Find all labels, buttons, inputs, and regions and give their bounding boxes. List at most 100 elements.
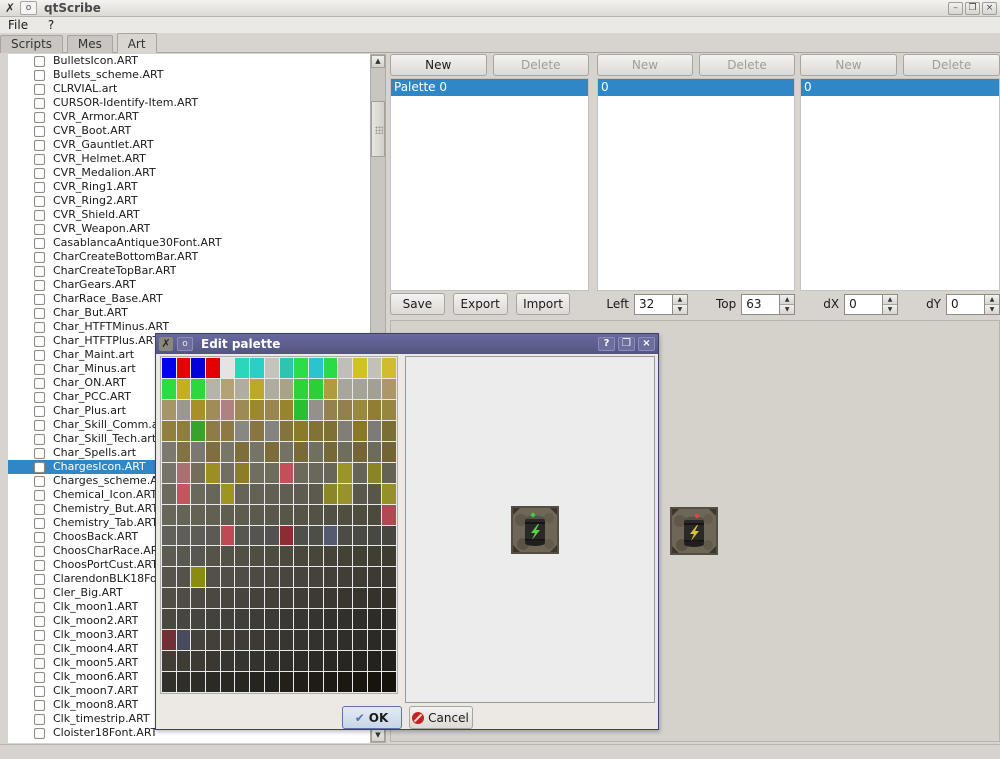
palette-color-cell[interactable] <box>250 567 264 587</box>
palette-color-cell[interactable] <box>191 567 205 587</box>
palette-color-cell[interactable] <box>353 379 367 399</box>
palette-color-cell[interactable] <box>206 567 220 587</box>
checkbox-icon[interactable] <box>34 560 45 571</box>
palette-color-cell[interactable] <box>221 421 235 441</box>
palette-color-cell[interactable] <box>338 400 352 420</box>
palette-color-cell[interactable] <box>368 630 382 650</box>
palette-color-cell[interactable] <box>177 588 191 608</box>
palette-color-cell[interactable] <box>265 609 279 629</box>
palette-color-cell[interactable] <box>294 484 308 504</box>
checkbox-icon[interactable] <box>34 616 45 627</box>
palette-color-cell[interactable] <box>368 651 382 671</box>
palette-color-cell[interactable] <box>235 463 249 483</box>
palette-color-cell[interactable] <box>206 672 220 692</box>
palette-color-cell[interactable] <box>265 421 279 441</box>
palette-color-cell[interactable] <box>353 484 367 504</box>
palette-color-cell[interactable] <box>162 651 176 671</box>
checkbox-icon[interactable] <box>34 210 45 221</box>
checkbox-icon[interactable] <box>34 140 45 151</box>
palette-color-cell[interactable] <box>177 526 191 546</box>
palette-color-cell[interactable] <box>206 421 220 441</box>
palette-color-cell[interactable] <box>235 421 249 441</box>
checkbox-icon[interactable] <box>34 700 45 711</box>
checkbox-icon[interactable] <box>34 322 45 333</box>
palette-color-cell[interactable] <box>265 505 279 525</box>
palette-color-cell[interactable] <box>309 484 323 504</box>
frame-list[interactable]: 0 <box>800 78 1000 291</box>
palette-color-cell[interactable] <box>368 505 382 525</box>
palette-color-cell[interactable] <box>221 358 235 378</box>
file-list-item[interactable]: BulletsIcon.ART <box>8 54 370 68</box>
palette-color-cell[interactable] <box>280 651 294 671</box>
checkbox-icon[interactable] <box>34 476 45 487</box>
palette-color-cell[interactable] <box>368 484 382 504</box>
palette-color-cell[interactable] <box>382 442 396 462</box>
palette-color-cell[interactable] <box>294 672 308 692</box>
palette-color-cell[interactable] <box>162 526 176 546</box>
palette-color-cell[interactable] <box>338 484 352 504</box>
palette-color-cell[interactable] <box>294 505 308 525</box>
palette-color-cell[interactable] <box>191 546 205 566</box>
palette-color-cell[interactable] <box>191 358 205 378</box>
checkbox-icon[interactable] <box>34 364 45 375</box>
palette-color-cell[interactable] <box>368 672 382 692</box>
palette-color-cell[interactable] <box>353 588 367 608</box>
palette-color-cell[interactable] <box>353 463 367 483</box>
palette-color-cell[interactable] <box>280 567 294 587</box>
file-list-item[interactable]: CVR_Weapon.ART <box>8 222 370 236</box>
frame-delete-button[interactable]: Delete <box>903 54 1000 76</box>
palette-color-cell[interactable] <box>221 463 235 483</box>
palette-color-cell[interactable] <box>382 463 396 483</box>
tab-art[interactable]: Art <box>117 33 157 53</box>
palette-color-cell[interactable] <box>353 421 367 441</box>
file-list-item[interactable]: CVR_Boot.ART <box>8 124 370 138</box>
palette-color-cell[interactable] <box>206 358 220 378</box>
palette-color-cell[interactable] <box>353 400 367 420</box>
palette-color-cell[interactable] <box>191 421 205 441</box>
palette-color-cell[interactable] <box>177 651 191 671</box>
palette-color-cell[interactable] <box>294 609 308 629</box>
palette-color-cell[interactable] <box>368 463 382 483</box>
checkbox-icon[interactable] <box>34 728 45 739</box>
palette-color-cell[interactable] <box>382 421 396 441</box>
checkbox-icon[interactable] <box>34 308 45 319</box>
palette-color-cell[interactable] <box>382 526 396 546</box>
palette-color-cell[interactable] <box>162 484 176 504</box>
file-list-item[interactable]: CVR_Shield.ART <box>8 208 370 222</box>
palette-color-cell[interactable] <box>265 567 279 587</box>
palette-color-cell[interactable] <box>177 672 191 692</box>
checkbox-icon[interactable] <box>34 70 45 81</box>
palette-color-cell[interactable] <box>265 651 279 671</box>
spin-up-icon[interactable]: ▲ <box>673 295 687 304</box>
checkbox-icon[interactable] <box>34 546 45 557</box>
palette-color-cell[interactable] <box>250 379 264 399</box>
palette-color-cell[interactable] <box>309 672 323 692</box>
palette-list[interactable]: Palette 0 <box>390 78 589 291</box>
palette-color-cell[interactable] <box>309 421 323 441</box>
palette-color-cell[interactable] <box>280 379 294 399</box>
palette-color-cell[interactable] <box>324 358 338 378</box>
checkbox-icon[interactable] <box>34 224 45 235</box>
app-menu-icon[interactable]: o <box>20 1 37 15</box>
palette-color-cell[interactable] <box>382 505 396 525</box>
palette-color-cell[interactable] <box>162 672 176 692</box>
checkbox-icon[interactable] <box>34 154 45 165</box>
palette-color-cell[interactable] <box>206 505 220 525</box>
checkbox-icon[interactable] <box>34 168 45 179</box>
palette-color-cell[interactable] <box>294 463 308 483</box>
palette-color-cell[interactable] <box>250 672 264 692</box>
palette-color-cell[interactable] <box>250 588 264 608</box>
spin-down-icon[interactable]: ▼ <box>883 304 897 314</box>
dialog-maximize-button[interactable]: ❒ <box>618 337 635 351</box>
palette-color-cell[interactable] <box>191 484 205 504</box>
palette-color-cell[interactable] <box>280 526 294 546</box>
palette-color-cell[interactable] <box>280 630 294 650</box>
palette-color-cell[interactable] <box>206 630 220 650</box>
palette-color-cell[interactable] <box>235 526 249 546</box>
checkbox-icon[interactable] <box>34 532 45 543</box>
checkbox-icon[interactable] <box>34 112 45 123</box>
palette-color-cell[interactable] <box>221 588 235 608</box>
checkbox-icon[interactable] <box>34 392 45 403</box>
palette-color-cell[interactable] <box>324 588 338 608</box>
palette-color-cell[interactable] <box>294 526 308 546</box>
